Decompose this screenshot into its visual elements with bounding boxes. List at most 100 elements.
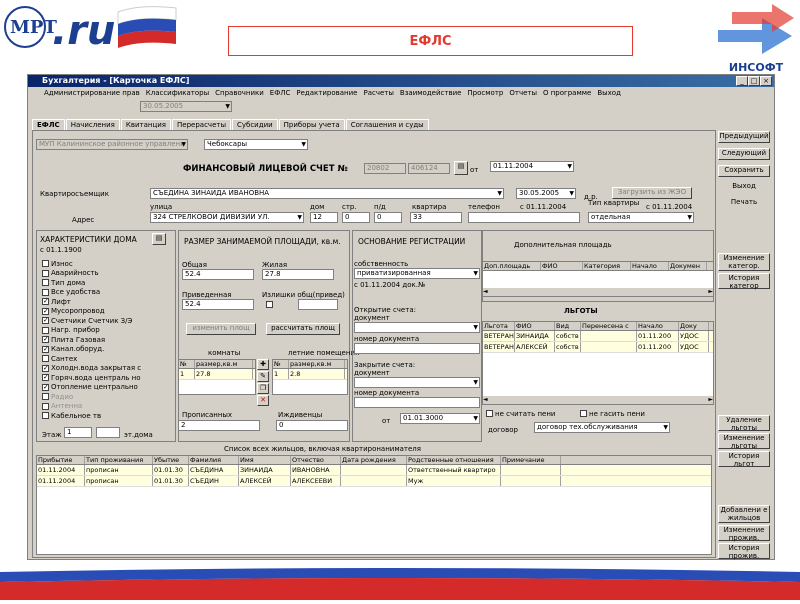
next-button[interactable]: Следующий	[718, 148, 770, 160]
open-docnum-input[interactable]	[354, 343, 480, 354]
menu-classifiers[interactable]: Классификаторы	[146, 89, 209, 97]
characteristic-item[interactable]: Все удобства	[42, 288, 174, 298]
close-document-select[interactable]	[354, 377, 480, 388]
street-select[interactable]: 324 СТРЕЛКОВОЙ ДИВИЗИИ УЛ.	[150, 212, 304, 223]
column-header[interactable]: Начало	[637, 322, 679, 330]
column-header[interactable]: Категория	[583, 262, 631, 270]
delete-room-icon[interactable]: ✕	[257, 395, 269, 406]
privileges-scrollbar[interactable]: ◄ ►	[483, 396, 713, 404]
tenant-date-select[interactable]: 30.05.2005	[516, 188, 576, 199]
characteristics-edit-button[interactable]: ▤	[152, 233, 166, 245]
column-header[interactable]: Тип проживания	[85, 456, 153, 464]
tenant-select[interactable]: СЪЕДИНА ЗИНАИДА ИВАНОВНА	[150, 188, 504, 199]
add-room-icon[interactable]: ✚	[257, 359, 269, 370]
close-docnum-input[interactable]	[354, 397, 480, 408]
exit-button[interactable]: Выход	[718, 181, 770, 193]
account-number-1[interactable]: 20802	[364, 163, 406, 174]
change-category-button[interactable]: Изменение категор.	[718, 253, 770, 271]
column-header[interactable]: Имя	[239, 456, 291, 464]
ownership-select[interactable]: приватизированная	[354, 268, 480, 279]
registered-input[interactable]: 2	[178, 420, 260, 431]
menu-calculations[interactable]: Расчеты	[363, 89, 393, 97]
column-header[interactable]: Убытие	[153, 456, 189, 464]
table-row[interactable]: 1 27.8	[179, 369, 255, 380]
menu-admin[interactable]: Администрирование прав	[44, 89, 140, 97]
extra-area-scrollbar[interactable]: ◄ ►	[483, 288, 713, 296]
column-header[interactable]: Родственные отношения	[407, 456, 501, 464]
entrance-input[interactable]: 0	[374, 212, 402, 223]
table-row[interactable]: ВЕТЕРАН АЛЕКСЕЙ собств 01.11.200 УДОС	[483, 342, 713, 353]
close-date-select[interactable]: 01.01.3000	[400, 413, 480, 424]
column-header[interactable]: Примечание	[501, 456, 561, 464]
maximize-button[interactable]: □	[748, 76, 760, 86]
apt-type-select[interactable]: отдельная	[588, 212, 694, 223]
table-row[interactable]: 01.11.2004 прописан 01.01.30 СЪЕДИН АЛЕКСЕЙ А…	[37, 476, 711, 487]
column-header[interactable]: Льгота	[483, 322, 515, 330]
delete-privilege-button[interactable]: Удаление льготы	[718, 415, 770, 432]
column-header[interactable]: ФИО	[541, 262, 583, 270]
menu-exit[interactable]: Выход	[597, 89, 621, 97]
column-header[interactable]: Докумен	[669, 262, 707, 270]
floor-input[interactable]: 1	[64, 427, 92, 438]
characteristic-item[interactable]: Антенна	[42, 402, 174, 412]
menu-about[interactable]: О программе	[543, 89, 591, 97]
column-header[interactable]: Вид	[555, 322, 581, 330]
given-area-input[interactable]: 52.4	[182, 299, 254, 310]
minimize-button[interactable]: _	[736, 76, 748, 86]
account-search-button[interactable]: ▤	[454, 161, 468, 175]
characteristic-item[interactable]: Тип дома	[42, 278, 174, 288]
tab-receipt[interactable]: Квитанция	[120, 119, 172, 130]
building-input[interactable]: 0	[342, 212, 370, 223]
menu-efls[interactable]: ЕФЛС	[270, 89, 291, 97]
characteristic-item[interactable]: ✓ Горяч.вода централь но	[42, 373, 174, 383]
characteristic-item[interactable]: Кабельное тв	[42, 411, 174, 421]
characteristic-item[interactable]: Сантех	[42, 354, 174, 364]
category-history-button[interactable]: История категор	[718, 273, 770, 290]
toolbar-date-select[interactable]: 30.05.2005	[140, 101, 232, 112]
table-row[interactable]: 1 2.8	[273, 369, 347, 380]
account-date-select[interactable]: 01.11.2004	[490, 161, 574, 172]
column-header[interactable]: Дата рождения	[341, 456, 407, 464]
org-select[interactable]: МУП Калининское районное управлени	[36, 139, 188, 150]
privilege-history-button[interactable]: История льгот	[718, 451, 770, 468]
load-from-zheo-button[interactable]: Загрузить из ЖЭО	[612, 187, 692, 199]
table-row[interactable]: 01.11.2004 прописан 01.01.30 СЪЕДИНА ЗИНАИДА…	[37, 465, 711, 476]
calculate-area-button[interactable]: рассчитать площ	[266, 323, 340, 335]
characteristic-item[interactable]: ✓ Отопление центрально	[42, 383, 174, 393]
save-button[interactable]: Сохранить	[718, 165, 770, 177]
column-header[interactable]: Фамилия	[189, 456, 239, 464]
change-area-button[interactable]: изменить площ	[186, 323, 256, 335]
table-row[interactable]: ВЕТЕРАН ЗИНАИДА собств 01.11.200 УДОС	[483, 331, 713, 342]
characteristic-item[interactable]: ✓ Счетчики Счетчик З/Э	[42, 316, 174, 326]
menu-references[interactable]: Справочники	[215, 89, 264, 97]
characteristic-item[interactable]: ✓ Лифт	[42, 297, 174, 307]
city-select[interactable]: Чебоксары	[204, 139, 308, 150]
contract-select[interactable]: договор тех.обслуживания	[534, 422, 670, 433]
change-privilege-button[interactable]: Изменение льготы	[718, 433, 770, 450]
tab-agreements[interactable]: Соглашения и суды	[345, 119, 429, 130]
column-header[interactable]: Доку	[679, 322, 709, 330]
menu-interaction[interactable]: Взаимодействие	[400, 89, 462, 97]
characteristic-item[interactable]: Аварийность	[42, 269, 174, 279]
excess-area-checkbox[interactable]	[266, 301, 273, 308]
characteristic-item[interactable]: Нагр. прибор	[42, 326, 174, 336]
characteristic-item[interactable]: ✓ Холодн.вода закрытая с	[42, 364, 174, 374]
residence-history-button[interactable]: История прожив.	[718, 543, 770, 560]
dependents-input[interactable]: 0	[276, 420, 348, 431]
excess-area-input[interactable]	[298, 299, 338, 310]
open-document-select[interactable]	[354, 322, 480, 333]
add-residents-button[interactable]: Добавлени е жильцов	[718, 505, 770, 523]
characteristic-item[interactable]: Радио	[42, 392, 174, 402]
characteristic-item[interactable]: Износ	[42, 259, 174, 269]
column-header[interactable]: ФИО	[515, 322, 555, 330]
tab-efls[interactable]: ЕФЛС	[32, 119, 65, 130]
apartment-input[interactable]: 33	[410, 212, 462, 223]
no-penalty-checkbox[interactable]: не считать пени	[486, 409, 555, 419]
tab-recalculations[interactable]: Перерасчеты	[172, 119, 231, 130]
characteristic-item[interactable]: ✓ Плита Газовая	[42, 335, 174, 345]
phone-input[interactable]	[468, 212, 580, 223]
house-input[interactable]: 12	[310, 212, 338, 223]
window-titlebar[interactable]: Бухгалтерия - [Карточка ЕФЛС]	[28, 75, 774, 87]
tab-meters[interactable]: Приборы учета	[278, 119, 345, 130]
edit-room-icon[interactable]: ✎	[257, 371, 269, 382]
